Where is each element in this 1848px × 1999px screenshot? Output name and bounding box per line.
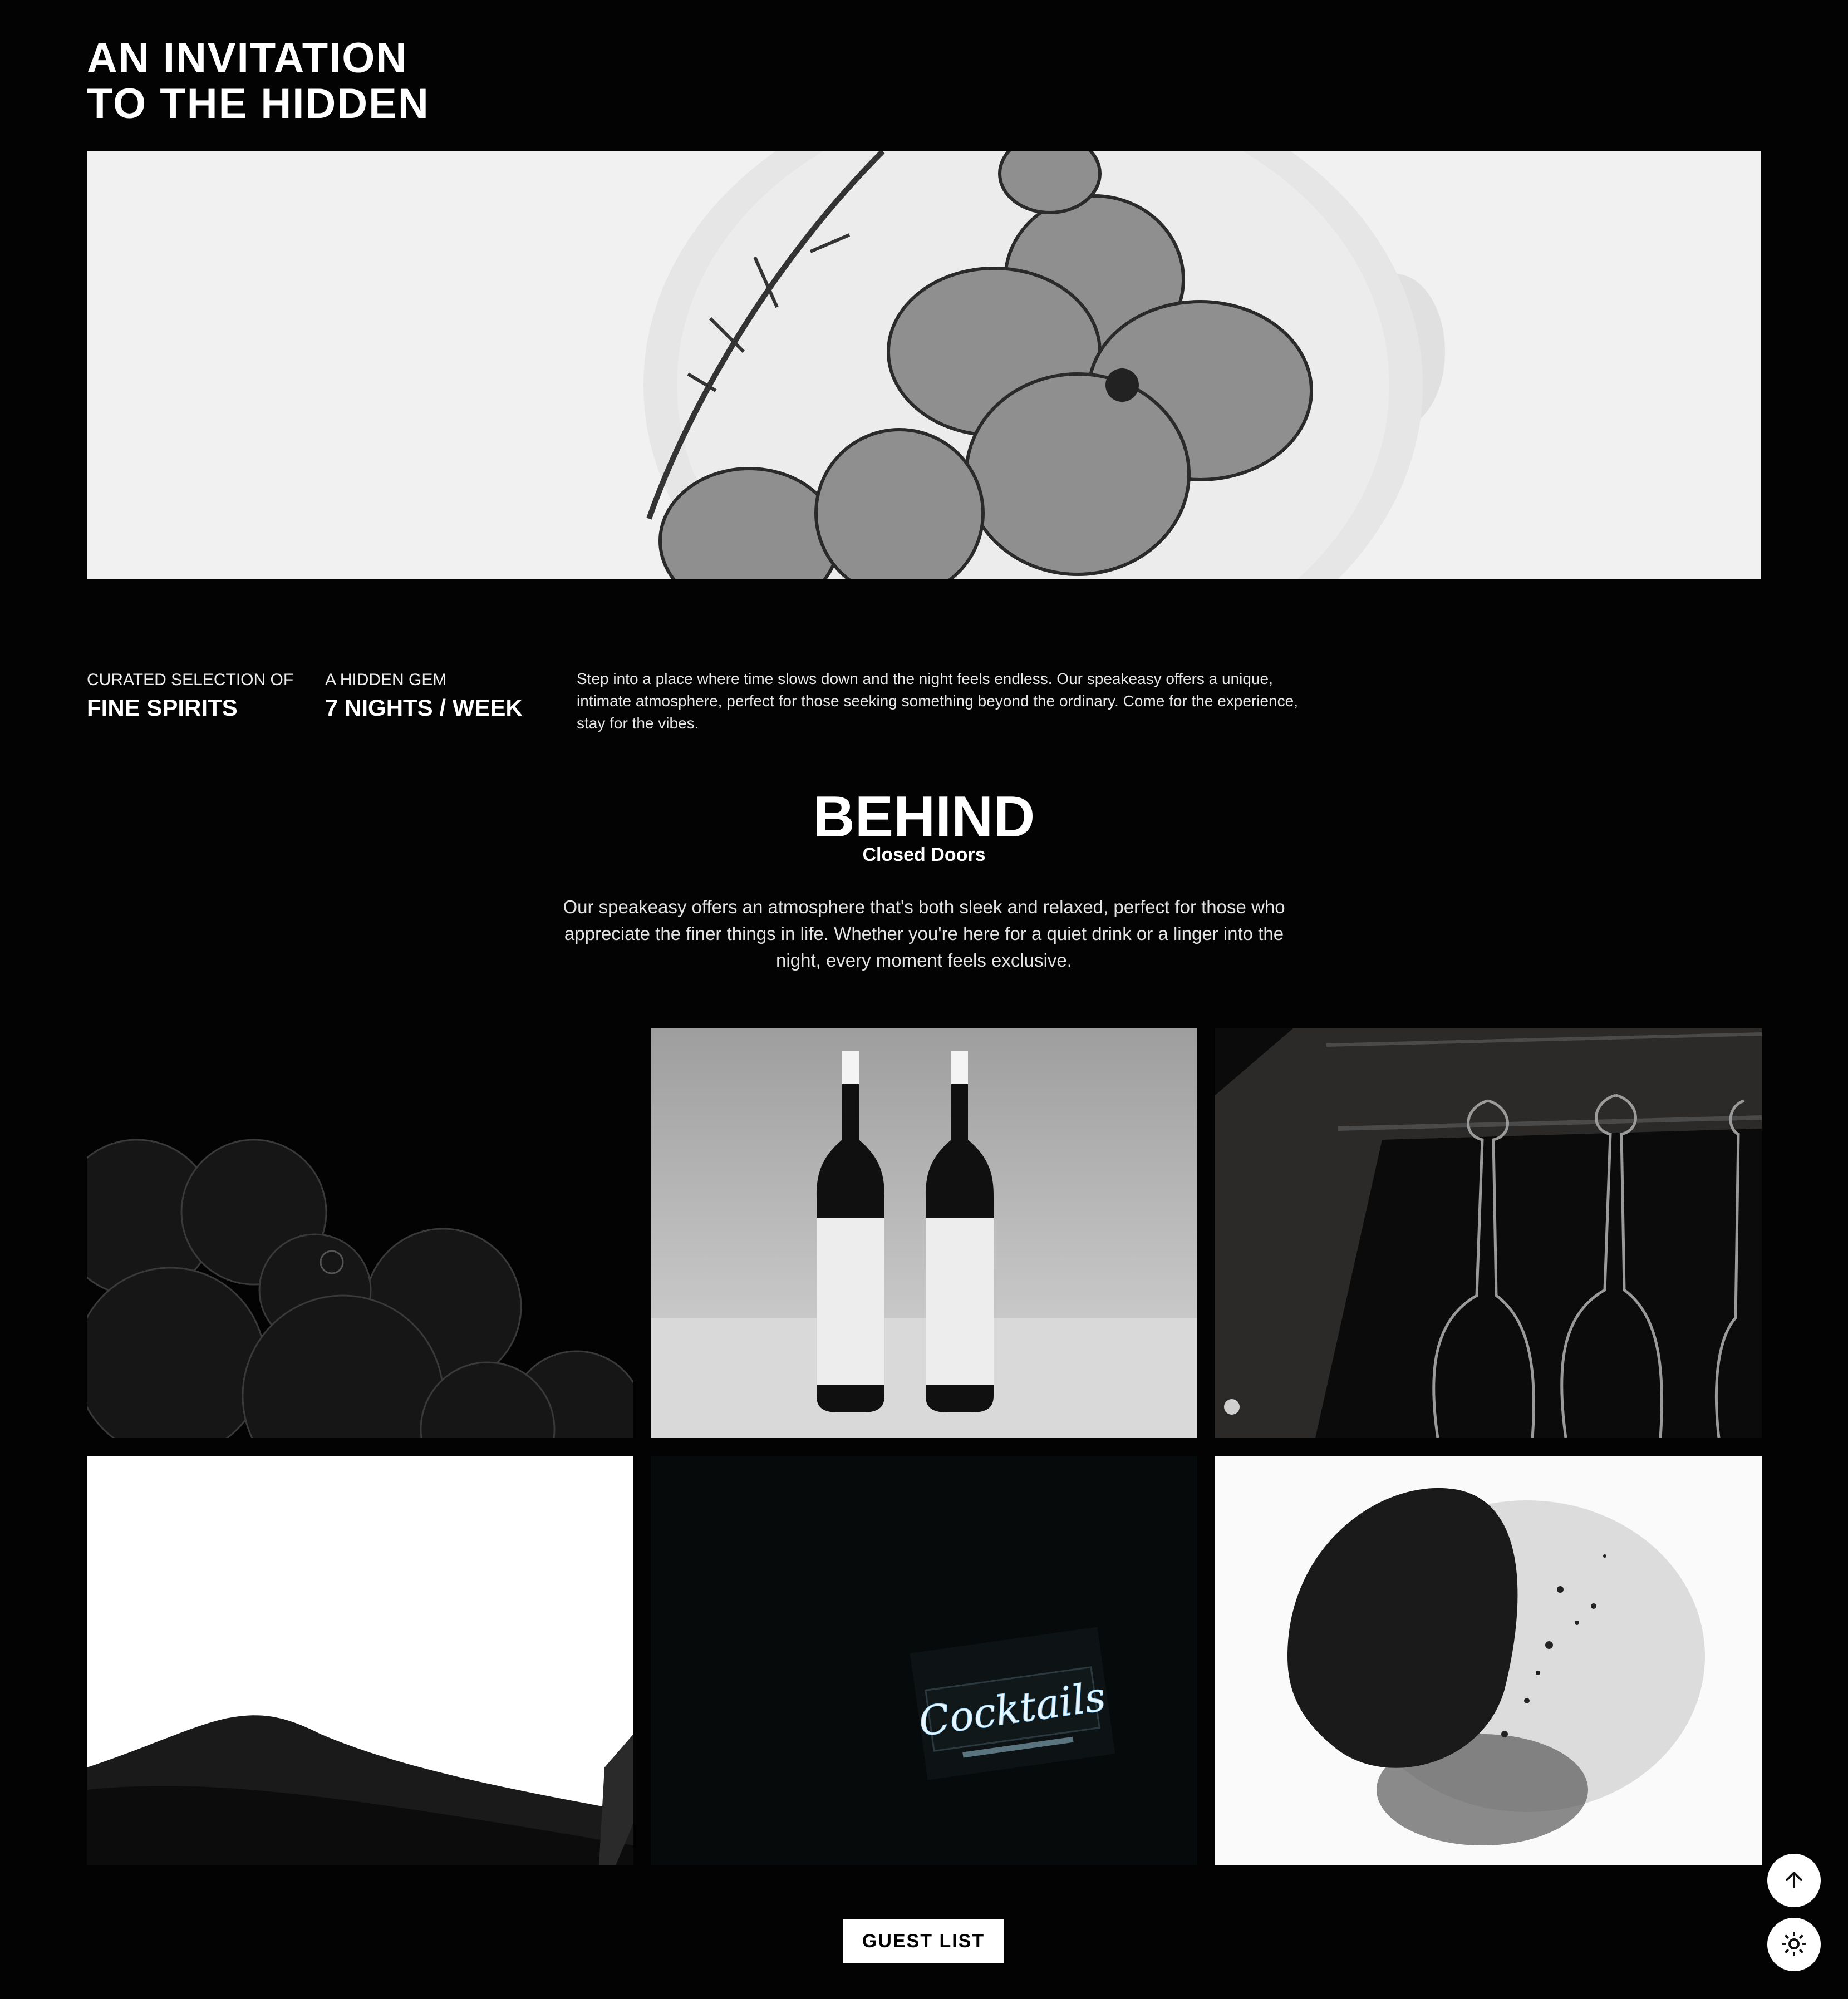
stat-nights: A HIDDEN GEM 7 NIGHTS / WEEK (325, 670, 523, 723)
intro-text: Step into a place where time slows down … (577, 670, 1298, 732)
section-subtitle: Closed Doors (862, 844, 986, 865)
gallery-image-bubbles (87, 1028, 633, 1438)
stat-value: FINE SPIRITS (87, 695, 238, 721)
theme-toggle-button[interactable] (1767, 1918, 1821, 1971)
stat-value: 7 NIGHTS / WEEK (325, 695, 523, 721)
gallery-image-bottles (651, 1028, 1197, 1438)
guest-list-button[interactable]: GUEST LIST (843, 1919, 1004, 1963)
stat-label: A HIDDEN GEM (325, 671, 447, 689)
gallery-image-ink-stone (1215, 1456, 1762, 1865)
section-title: BEHIND (813, 785, 1035, 849)
stat-spirits: CURATED SELECTION OF FINE SPIRITS (87, 670, 293, 723)
arrow-up-icon (1782, 1868, 1806, 1894)
page-title: AN INVITATION TO THE HIDDEN (87, 36, 430, 127)
sun-icon (1781, 1931, 1807, 1959)
gallery-image-glasses (1215, 1028, 1762, 1438)
hero-image (87, 151, 1761, 579)
stat-label: CURATED SELECTION OF (87, 671, 294, 689)
section-text: Our speakeasy offers an atmosphere that'… (563, 897, 1285, 971)
gallery-image-liquid (87, 1456, 633, 1865)
scroll-to-top-button[interactable] (1767, 1854, 1821, 1907)
page-title-line-1: AN INVITATION (87, 35, 408, 82)
gallery-image-neon-sign: Cocktails (651, 1456, 1197, 1865)
page-title-line-2: TO THE HIDDEN (87, 80, 430, 127)
